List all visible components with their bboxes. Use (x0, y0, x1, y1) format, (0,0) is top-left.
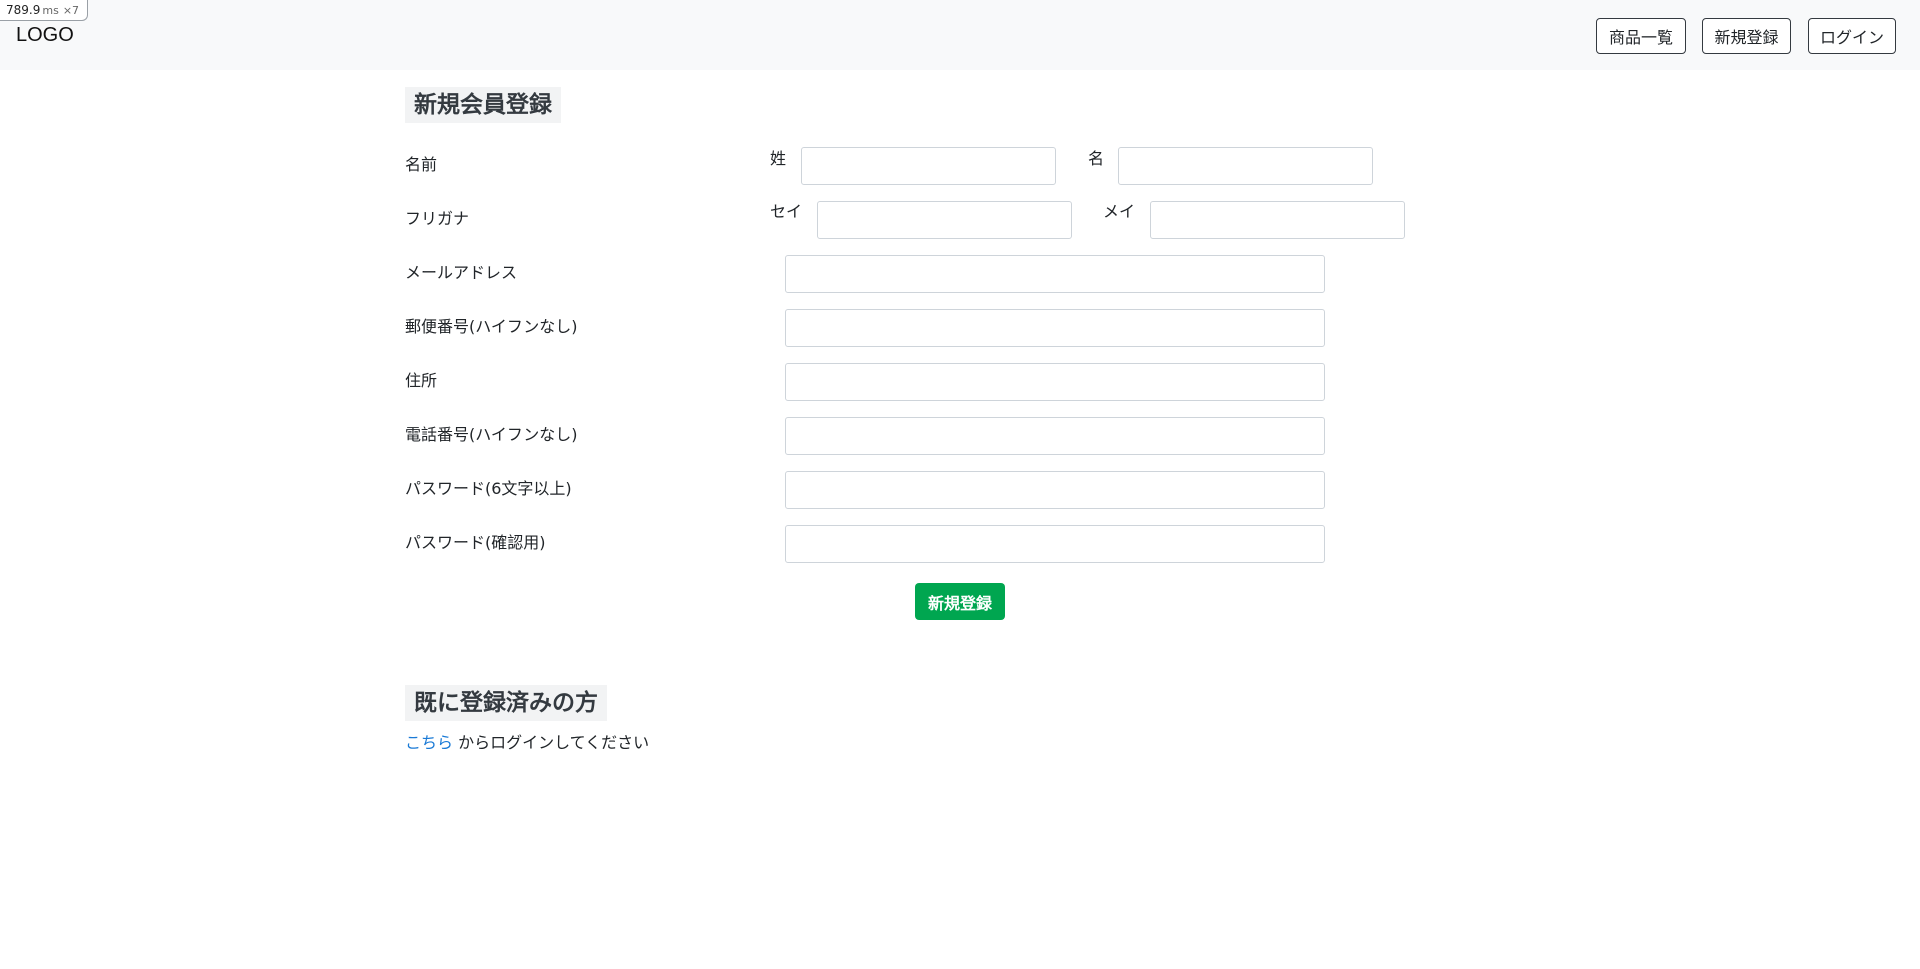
last-name-input[interactable] (801, 147, 1056, 185)
login-instruction-text: からログインしてください (453, 733, 650, 752)
perf-unit: ms (42, 4, 59, 17)
furigana-label: フリガナ (405, 209, 470, 228)
existing-member-title: 既に登録済みの方 (405, 685, 607, 721)
email-input[interactable] (785, 255, 1325, 293)
first-name-input[interactable] (1118, 147, 1373, 185)
password-confirm-input[interactable] (785, 525, 1325, 563)
perf-count: ×7 (62, 4, 80, 17)
postal-code-input[interactable] (785, 309, 1325, 347)
register-submit-button[interactable]: 新規登録 (915, 583, 1005, 620)
address-label: 住所 (405, 371, 438, 390)
last-name-kana-input[interactable] (817, 201, 1072, 239)
login-here-link[interactable]: こちら (405, 733, 453, 752)
perf-value: 789.9 (6, 3, 41, 17)
password-confirm-label: パスワード(確認用) (405, 533, 546, 552)
password-label: パスワード(6文字以上) (405, 479, 572, 498)
email-label: メールアドレス (405, 263, 518, 282)
name-label: 名前 (405, 155, 438, 174)
performance-badge: 789.9 ms ×7 (0, 0, 89, 21)
last-name-kana-label: セイ (770, 202, 803, 221)
first-name-kana-label: メイ (1103, 202, 1136, 221)
nav-register-button[interactable]: 新規登録 (1702, 18, 1791, 54)
nav-login-button[interactable]: ログイン (1808, 18, 1896, 54)
registration-title: 新規会員登録 (405, 87, 561, 123)
first-name-kana-input[interactable] (1150, 201, 1405, 239)
login-instruction: こちら からログインしてください (405, 729, 649, 753)
password-input[interactable] (785, 471, 1325, 509)
address-input[interactable] (785, 363, 1325, 401)
phone-label: 電話番号(ハイフンなし) (405, 425, 578, 444)
first-name-label: 名 (1088, 149, 1105, 168)
header-bar: LOGO 商品一覧 新規登録 ログイン (0, 0, 1920, 70)
phone-input[interactable] (785, 417, 1325, 455)
postal-code-label: 郵便番号(ハイフンなし) (405, 317, 578, 336)
last-name-label: 姓 (770, 149, 787, 168)
logo[interactable]: LOGO (16, 24, 74, 47)
nav-products-button[interactable]: 商品一覧 (1596, 18, 1686, 54)
